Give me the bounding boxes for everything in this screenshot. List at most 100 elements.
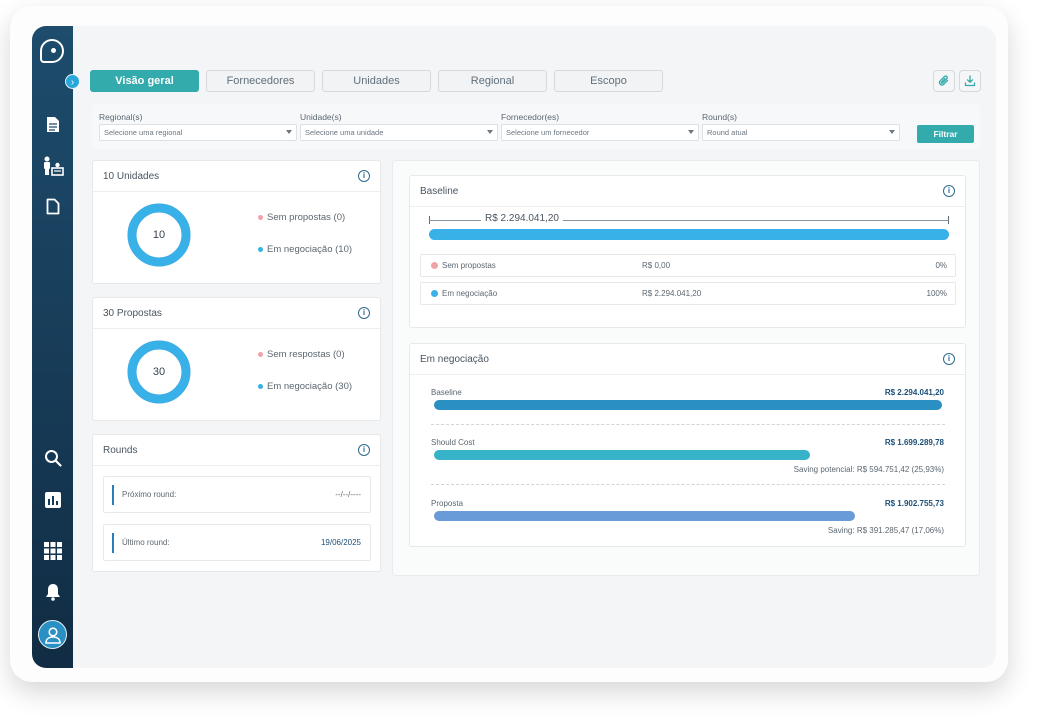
baseline-total-bar bbox=[429, 229, 949, 240]
pink-dot-icon bbox=[258, 215, 263, 220]
download-icon bbox=[964, 75, 976, 87]
baseline-row-em-negociacao: Em negociação R$ 2.294.041,20 100% bbox=[420, 282, 956, 305]
tab-unidades[interactable]: Unidades bbox=[322, 70, 431, 92]
last-round-row: Último round: 19/06/2025 bbox=[103, 524, 371, 561]
baseline-card-header: Baseline i bbox=[410, 176, 965, 207]
proposals-donut-value: 30 bbox=[152, 366, 166, 378]
caret-down-icon bbox=[286, 130, 292, 134]
units-card-title: 10 Unidades bbox=[103, 170, 160, 182]
bar-proposta-value: R$ 1.902.755,73 bbox=[884, 499, 944, 508]
next-round-value: --/--/---- bbox=[335, 490, 361, 499]
download-button[interactable] bbox=[959, 70, 981, 92]
proposals-card-header: 30 Propostas i bbox=[93, 298, 380, 329]
tab-bar: Visão geral Fornecedores Unidades Region… bbox=[90, 70, 663, 92]
next-round-label: Próximo round: bbox=[122, 490, 177, 499]
legend-sem-respostas: Sem respostas (0) bbox=[258, 349, 345, 360]
info-icon[interactable]: i bbox=[943, 185, 955, 197]
info-icon[interactable]: i bbox=[358, 170, 370, 182]
baseline-total-value: R$ 2.294.041,20 bbox=[481, 213, 563, 224]
tab-visao-geral[interactable]: Visão geral bbox=[90, 70, 199, 92]
filter-unidade-label: Unidade(s) bbox=[300, 112, 342, 122]
document-icon[interactable] bbox=[32, 111, 73, 137]
filtrar-button[interactable]: Filtrar bbox=[917, 125, 974, 143]
accent-bar bbox=[112, 484, 114, 505]
info-icon[interactable]: i bbox=[943, 353, 955, 365]
chart-icon[interactable] bbox=[32, 487, 73, 513]
bell-icon[interactable] bbox=[32, 579, 73, 605]
blue-dot-icon bbox=[258, 247, 263, 252]
info-icon[interactable]: i bbox=[358, 307, 370, 319]
filter-unidade: Unidade(s) Selecione uma unidade bbox=[300, 112, 498, 141]
row-label: Em negociação bbox=[431, 289, 497, 298]
legend-sem-propostas-text: Sem propostas (0) bbox=[267, 212, 346, 223]
divider bbox=[431, 424, 945, 425]
round-select-text: Round atual bbox=[707, 128, 748, 137]
legend-sem-respostas-text: Sem respostas (0) bbox=[267, 349, 345, 360]
bar-proposta bbox=[434, 511, 856, 521]
baseline-total-range: R$ 2.294.041,20 bbox=[429, 213, 949, 226]
row-value: R$ 2.294.041,20 bbox=[642, 289, 702, 298]
legend-em-negociacao: Em negociação (10) bbox=[258, 244, 352, 255]
row-label-text: Sem propostas bbox=[442, 261, 496, 270]
legend-em-negociacao-text: Em negociação (10) bbox=[267, 244, 353, 255]
fornecedor-select-text: Selecione um fornecedor bbox=[506, 128, 590, 137]
last-round-label: Último round: bbox=[122, 538, 170, 547]
pink-dot-icon bbox=[431, 262, 438, 269]
round-select[interactable]: Round atual bbox=[702, 124, 900, 141]
filter-fornecedor: Fornecedor(es) Selecione um fornecedor bbox=[501, 112, 699, 141]
bar-baseline-label: Baseline bbox=[431, 388, 462, 397]
app-screen: › Visão geral Fornecedores Unidades Regi… bbox=[32, 26, 996, 668]
pink-dot-icon bbox=[258, 352, 263, 357]
bar-should-cost-label: Should Cost bbox=[431, 438, 475, 447]
row-percent: 100% bbox=[926, 289, 947, 298]
unidade-select[interactable]: Selecione uma unidade bbox=[300, 124, 498, 141]
blue-dot-icon bbox=[431, 290, 438, 297]
proposals-card: 30 Propostas i 30 Sem respostas (0) Em n… bbox=[92, 297, 381, 421]
negotiation-card-title: Em negociação bbox=[420, 353, 489, 365]
main-content: Visão geral Fornecedores Unidades Region… bbox=[73, 26, 996, 668]
attach-button[interactable] bbox=[933, 70, 955, 92]
bar-should-cost-value: R$ 1.699.289,78 bbox=[884, 438, 944, 447]
legend-em-negociacao: Em negociação (30) bbox=[258, 381, 352, 392]
baseline-row-sem-propostas: Sem propostas R$ 0,00 0% bbox=[420, 254, 956, 277]
tab-escopo[interactable]: Escopo bbox=[554, 70, 663, 92]
filter-round-label: Round(s) bbox=[702, 112, 737, 122]
legend-sem-propostas: Sem propostas (0) bbox=[258, 212, 345, 223]
search-icon[interactable] bbox=[32, 445, 73, 471]
last-round-value: 19/06/2025 bbox=[320, 538, 361, 547]
filter-round: Round(s) Round atual bbox=[702, 112, 900, 141]
bar-baseline bbox=[434, 400, 942, 410]
rounds-card: Rounds i Próximo round: --/--/---- Últim… bbox=[92, 434, 381, 572]
filter-regional: Regional(s) Selecione uma regional bbox=[99, 112, 297, 141]
filter-fornecedor-label: Fornecedor(es) bbox=[501, 112, 560, 122]
logo-icon[interactable] bbox=[40, 39, 64, 63]
caret-down-icon bbox=[688, 130, 694, 134]
saving-text: Saving: R$ 391.285,47 (17,06%) bbox=[827, 526, 944, 535]
baseline-card-title: Baseline bbox=[420, 185, 459, 197]
next-round-row: Próximo round: --/--/---- bbox=[103, 476, 371, 513]
accent-bar bbox=[112, 532, 114, 553]
legend-em-negociacao-text: Em negociação (30) bbox=[267, 381, 353, 392]
fornecedor-select[interactable]: Selecione um fornecedor bbox=[501, 124, 699, 141]
org-chart-icon[interactable] bbox=[32, 153, 73, 179]
tab-regional[interactable]: Regional bbox=[438, 70, 547, 92]
user-avatar-icon[interactable] bbox=[38, 620, 67, 649]
tab-fornecedores[interactable]: Fornecedores bbox=[206, 70, 315, 92]
bar-baseline-value: R$ 2.294.041,20 bbox=[884, 388, 944, 397]
device-frame: › Visão geral Fornecedores Unidades Regi… bbox=[10, 6, 1008, 682]
row-value: R$ 0,00 bbox=[642, 261, 671, 270]
info-icon[interactable]: i bbox=[358, 444, 370, 456]
apps-grid-icon[interactable] bbox=[32, 538, 73, 564]
negotiation-card: Em negociação i Baseline R$ 2.294.041,20… bbox=[409, 343, 966, 547]
bar-proposta-label: Proposta bbox=[431, 499, 464, 508]
caret-down-icon bbox=[889, 130, 895, 134]
filter-bar: Regional(s) Selecione uma regional Unida… bbox=[92, 104, 980, 149]
blue-dot-icon bbox=[258, 384, 263, 389]
units-donut-value: 10 bbox=[152, 229, 166, 241]
bar-should-cost bbox=[434, 450, 811, 460]
proposals-card-title: 30 Propostas bbox=[103, 307, 162, 319]
negotiation-card-header: Em negociação i bbox=[410, 344, 965, 375]
units-card-header: 10 Unidades i bbox=[93, 161, 380, 192]
regional-select[interactable]: Selecione uma regional bbox=[99, 124, 297, 141]
file-icon[interactable] bbox=[32, 193, 73, 219]
